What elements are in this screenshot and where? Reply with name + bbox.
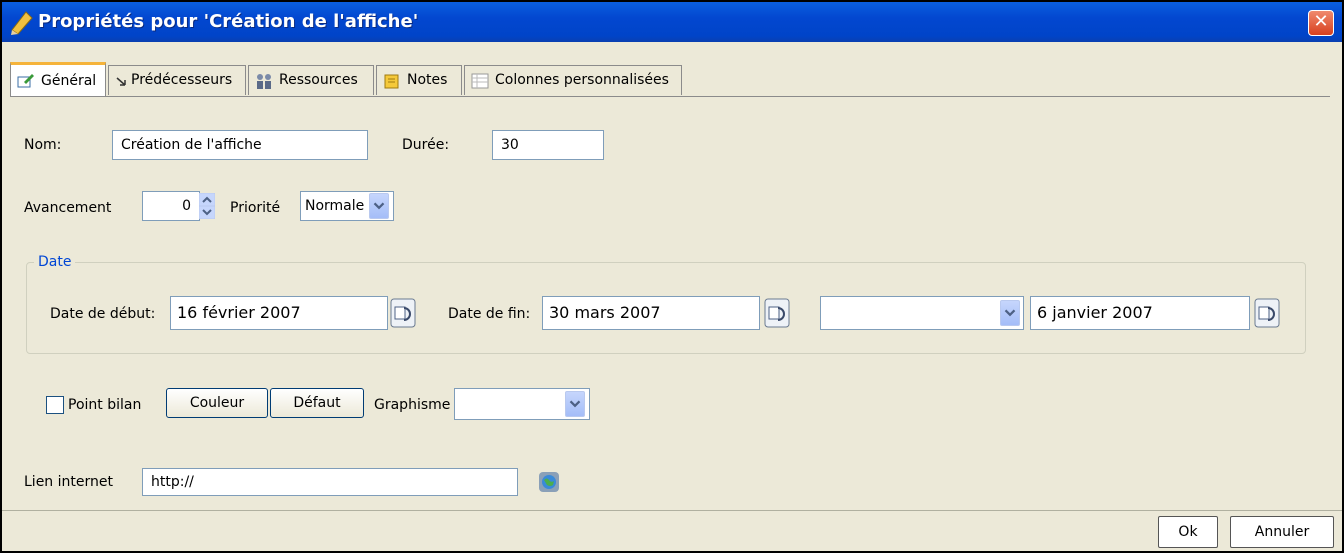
date-fin-label: Date de fin:: [448, 306, 531, 322]
priorite-value: Normale: [305, 198, 365, 214]
footer-divider: [2, 510, 1342, 511]
nom-label: Nom:: [24, 137, 62, 153]
tab-colonnes[interactable]: Colonnes personnalisées: [464, 65, 682, 95]
chevron-down-icon[interactable]: [1000, 300, 1020, 326]
priorite-label: Priorité: [230, 200, 281, 216]
chevron-down-icon[interactable]: [565, 391, 585, 417]
nom-input[interactable]: Création de l'affiche: [112, 130, 368, 160]
duree-label: Durée:: [402, 137, 450, 153]
lien-label: Lien internet: [24, 474, 113, 490]
title-bar: Propriétés pour 'Création de l'affiche' …: [2, 2, 1342, 42]
duree-input[interactable]: 30: [492, 130, 604, 160]
tab-label: Ressources: [279, 72, 358, 88]
spinner-icon[interactable]: [199, 193, 215, 219]
edit-icon: [17, 74, 34, 88]
people-icon: [257, 74, 271, 89]
tab-label: Notes: [407, 72, 448, 88]
pencil-icon: [11, 11, 33, 35]
globe-icon[interactable]: [538, 471, 560, 493]
notes-icon: [384, 74, 399, 89]
tab-general[interactable]: Général: [10, 62, 106, 96]
defaut-button[interactable]: Défaut: [270, 388, 364, 418]
couleur-button[interactable]: Couleur: [166, 388, 268, 418]
constraint-date-input[interactable]: 6 janvier 2007: [1030, 296, 1250, 330]
tab-bar: Général Prédécesseurs Ressources Notes C…: [10, 62, 1330, 97]
graphisme-label: Graphisme: [374, 397, 451, 413]
point-bilan-label: Point bilan: [68, 397, 142, 413]
tab-notes[interactable]: Notes: [376, 65, 462, 95]
tab-predecesseurs[interactable]: Prédécesseurs: [108, 65, 246, 95]
calendar-icon[interactable]: [1254, 298, 1280, 328]
close-icon: ✕: [1313, 11, 1329, 32]
date-debut-input[interactable]: 16 février 2007: [170, 296, 388, 330]
avancement-label: Avancement: [24, 200, 112, 216]
point-bilan-checkbox[interactable]: [46, 396, 64, 414]
date-debut-label: Date de début:: [50, 306, 156, 322]
cancel-button[interactable]: Annuler: [1230, 516, 1334, 548]
ok-button[interactable]: Ok: [1158, 516, 1218, 548]
window-title: Propriétés pour 'Création de l'affiche': [38, 11, 419, 32]
lien-input[interactable]: http://: [142, 468, 518, 496]
calendar-icon[interactable]: [764, 298, 790, 328]
avancement-input[interactable]: 0: [142, 191, 200, 221]
chevron-down-icon[interactable]: [369, 193, 389, 219]
date-group-title: Date: [34, 252, 76, 272]
close-button[interactable]: ✕: [1308, 10, 1334, 36]
arrow-icon: [116, 77, 126, 86]
tab-ressources[interactable]: Ressources: [248, 65, 374, 95]
tab-label: Colonnes personnalisées: [495, 72, 669, 88]
table-icon: [471, 73, 489, 89]
date-fin-input[interactable]: 30 mars 2007: [542, 296, 760, 330]
calendar-icon[interactable]: [390, 298, 416, 328]
constraint-select[interactable]: [820, 296, 1024, 330]
properties-dialog: Propriétés pour 'Création de l'affiche' …: [0, 0, 1344, 553]
tab-label: Prédécesseurs: [131, 72, 233, 88]
tab-label: Général: [41, 73, 97, 89]
